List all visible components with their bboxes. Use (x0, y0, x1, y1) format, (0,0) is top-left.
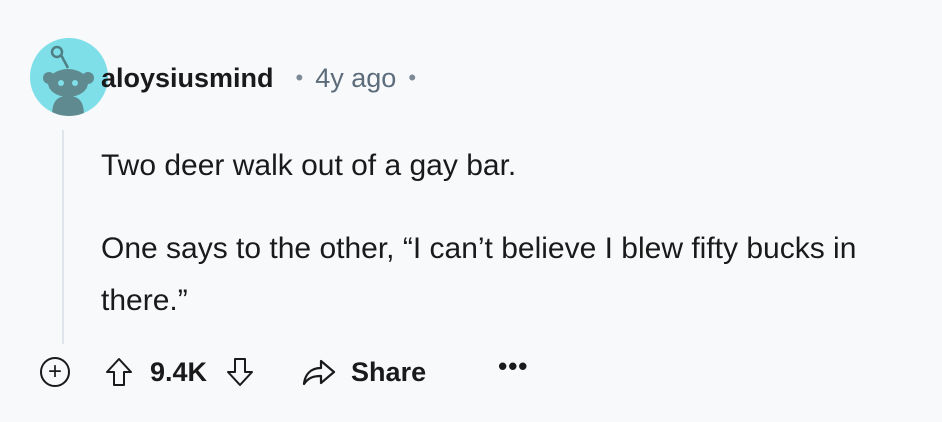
comment-paragraph: One says to the other, “I can’t believe … (101, 232, 857, 317)
vote-score: 9.4K (150, 356, 208, 387)
share-label: Share (351, 356, 427, 387)
share-button[interactable]: Share (301, 357, 426, 388)
arrow-down-outline-icon (227, 358, 254, 386)
timestamp[interactable]: 4y ago (315, 63, 396, 94)
comment-action-bar: + 9.4K Share ••• (40, 350, 528, 394)
username-link[interactable]: aloysiusmind (101, 63, 274, 94)
snoo-avatar-icon (43, 45, 94, 116)
thread-line[interactable] (62, 130, 64, 344)
more-options-button[interactable]: ••• (498, 351, 528, 382)
avatar[interactable] (30, 38, 108, 116)
arrow-up-outline-icon (106, 358, 132, 386)
plus-icon: + (47, 358, 62, 385)
comment-paragraph: Two deer walk out of a gay bar. (101, 149, 517, 182)
comment-header: aloysiusmind • 4y ago • (101, 58, 416, 98)
upvote-button[interactable] (104, 356, 134, 388)
separator-dot: • (408, 65, 417, 90)
comment-body: Two deer walk out of a gay bar. One says… (101, 140, 921, 327)
separator-dot: • (295, 65, 304, 90)
downvote-button[interactable] (225, 356, 255, 388)
expand-button[interactable]: + (40, 357, 70, 387)
share-arrow-icon (302, 359, 336, 386)
